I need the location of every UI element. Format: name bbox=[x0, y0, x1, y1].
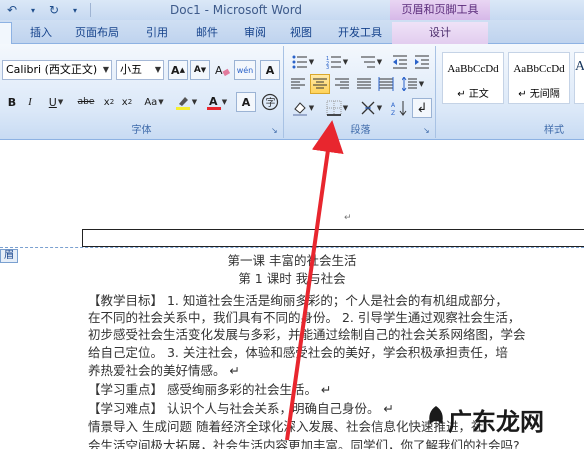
watermark-logo-icon bbox=[429, 406, 443, 424]
watermark: 广东龙网 bbox=[448, 408, 544, 436]
annotation-arrow bbox=[285, 120, 344, 441]
